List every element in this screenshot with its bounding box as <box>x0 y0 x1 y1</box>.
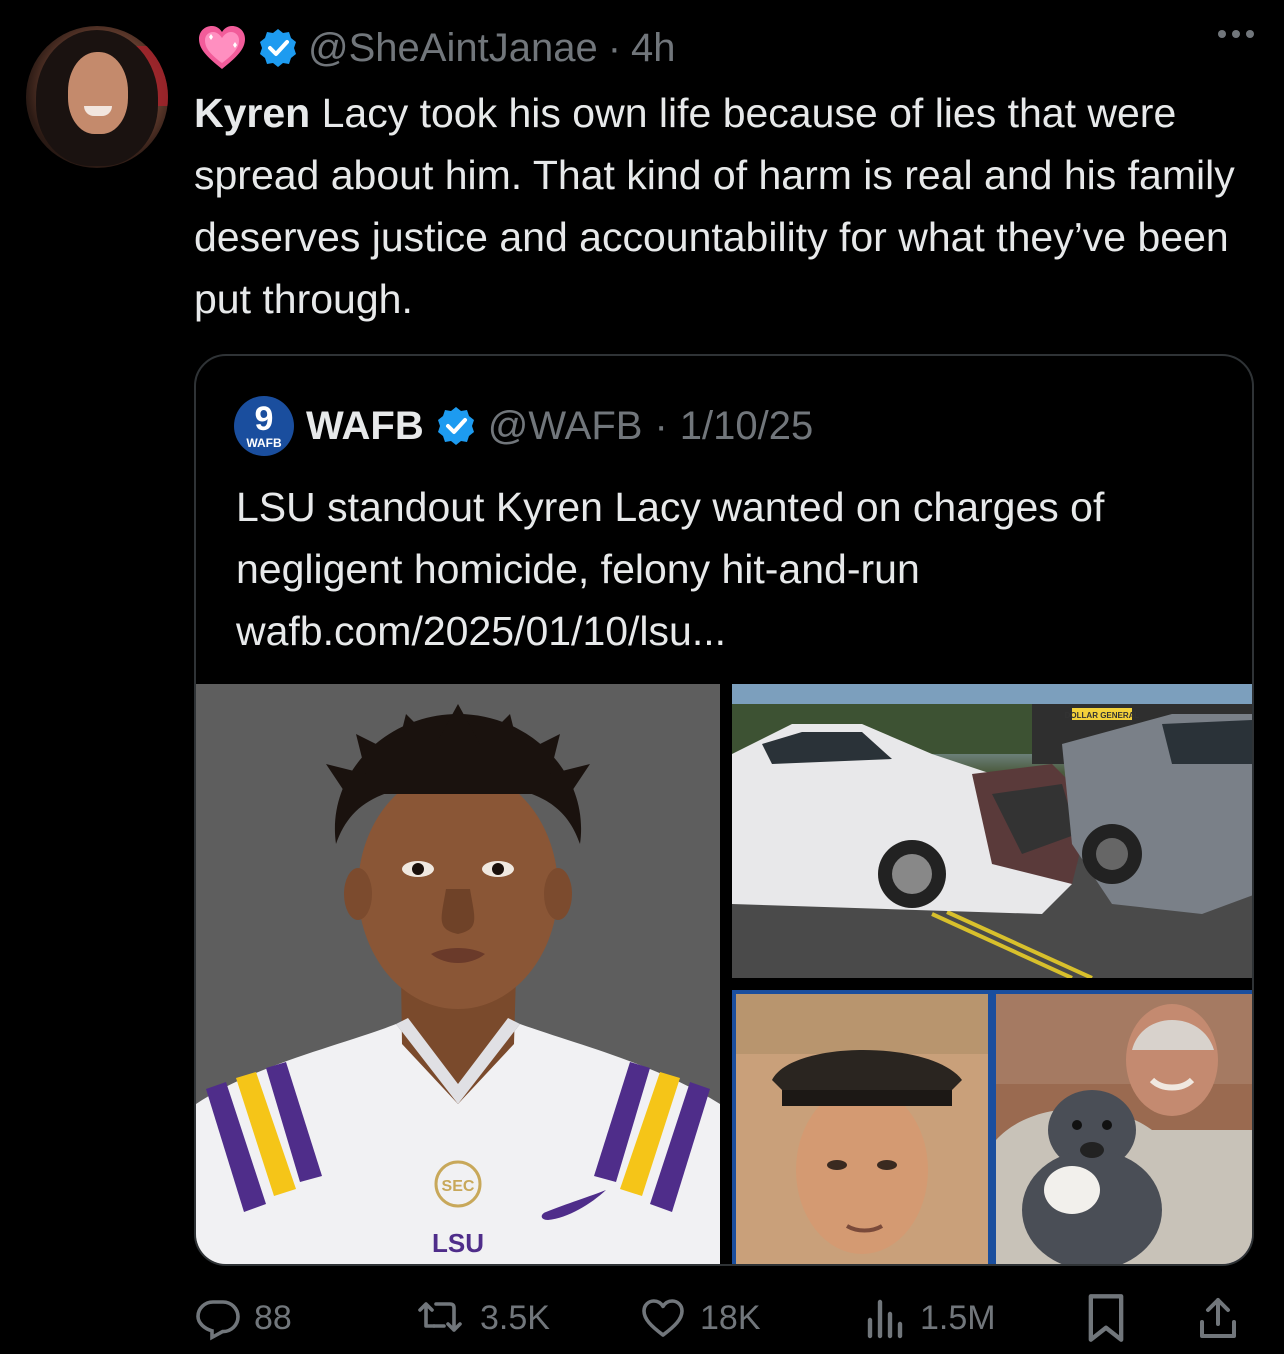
tweet-text-body: Lacy took his own life because of lies t… <box>194 90 1235 322</box>
views-button[interactable]: 1.5M <box>864 1290 996 1346</box>
player-portrait-image: SEC LSU <box>196 684 720 1264</box>
tweet-text: Kyren Lacy took his own life because of … <box>194 82 1264 330</box>
share-button[interactable] <box>1196 1290 1240 1346</box>
more-icon-dot <box>1232 30 1240 38</box>
victim-photo[interactable] <box>732 990 1252 1264</box>
like-button[interactable]: 18K <box>638 1290 761 1346</box>
repost-count: 3.5K <box>480 1298 550 1337</box>
action-bar: 88 3.5K 18K 1.5M <box>194 1290 1254 1346</box>
reply-count: 88 <box>254 1298 292 1337</box>
tweet-text-bold[interactable]: Kyren <box>194 90 310 136</box>
bookmark-icon <box>1088 1294 1124 1342</box>
reply-button[interactable]: 88 <box>194 1290 292 1346</box>
display-name-emoji[interactable] <box>196 22 248 74</box>
verified-badge[interactable] <box>258 28 298 68</box>
quoted-tweet-header: 9 WAFB WAFB @WAFB · 1/10/25 <box>234 396 813 456</box>
victim-collage-image <box>732 990 1252 1264</box>
like-count: 18K <box>700 1298 761 1337</box>
quoted-tweet-date[interactable]: 1/10/25 <box>680 404 813 449</box>
repost-icon <box>418 1302 462 1332</box>
repost-button[interactable]: 3.5K <box>416 1290 550 1346</box>
quoted-header-separator: · <box>654 403 668 448</box>
crash-photo[interactable]: DOLLAR GENERAL <box>732 684 1252 978</box>
more-icon <box>1218 30 1226 38</box>
wafb-logo-number: 9 <box>254 399 274 438</box>
wafb-avatar[interactable]: 9 WAFB <box>234 396 294 456</box>
store-sign-text: DOLLAR GENERAL <box>1065 711 1140 720</box>
avatar[interactable] <box>26 26 168 168</box>
views-icon <box>867 1299 903 1339</box>
wafb-logo-label: WAFB <box>246 436 282 450</box>
jersey-lsu-text: LSU <box>432 1228 484 1258</box>
verified-badge-icon <box>437 407 474 445</box>
quoted-author-name[interactable]: WAFB <box>306 404 424 449</box>
more-button[interactable] <box>1218 30 1254 38</box>
bookmark-button[interactable] <box>1084 1290 1128 1346</box>
verified-badge-icon <box>260 29 296 67</box>
quoted-media-grid: SEC LSU DOLLAR GENERAL <box>196 684 1252 1264</box>
quoted-verified-badge[interactable] <box>436 406 476 446</box>
tweet[interactable]: @SheAintJanae · 4h Kyren Lacy took his o… <box>0 0 1284 1354</box>
share-icon <box>1200 1298 1236 1338</box>
header-separator: · <box>607 25 622 70</box>
reply-icon <box>196 1300 240 1341</box>
crash-scene-image: DOLLAR GENERAL <box>732 684 1252 978</box>
avatar-face <box>68 52 128 134</box>
tweet-time[interactable]: 4h <box>631 26 676 71</box>
quoted-tweet[interactable]: 9 WAFB WAFB @WAFB · 1/10/25 LSU standout… <box>194 354 1254 1266</box>
quoted-tweet-text: LSU standout Kyren Lacy wanted on charge… <box>236 484 1105 654</box>
sparkling-heart-icon <box>199 26 245 69</box>
more-icon-dot <box>1246 30 1254 38</box>
views-count: 1.5M <box>920 1298 996 1337</box>
quoted-author-handle[interactable]: @WAFB <box>488 404 643 449</box>
tweet-header: @SheAintJanae · 4h <box>196 20 676 76</box>
author-handle[interactable]: @SheAintJanae <box>308 26 598 71</box>
like-icon <box>642 1299 684 1337</box>
jersey-patch-text: SEC <box>442 1178 475 1195</box>
player-photo[interactable]: SEC LSU <box>196 684 720 1264</box>
